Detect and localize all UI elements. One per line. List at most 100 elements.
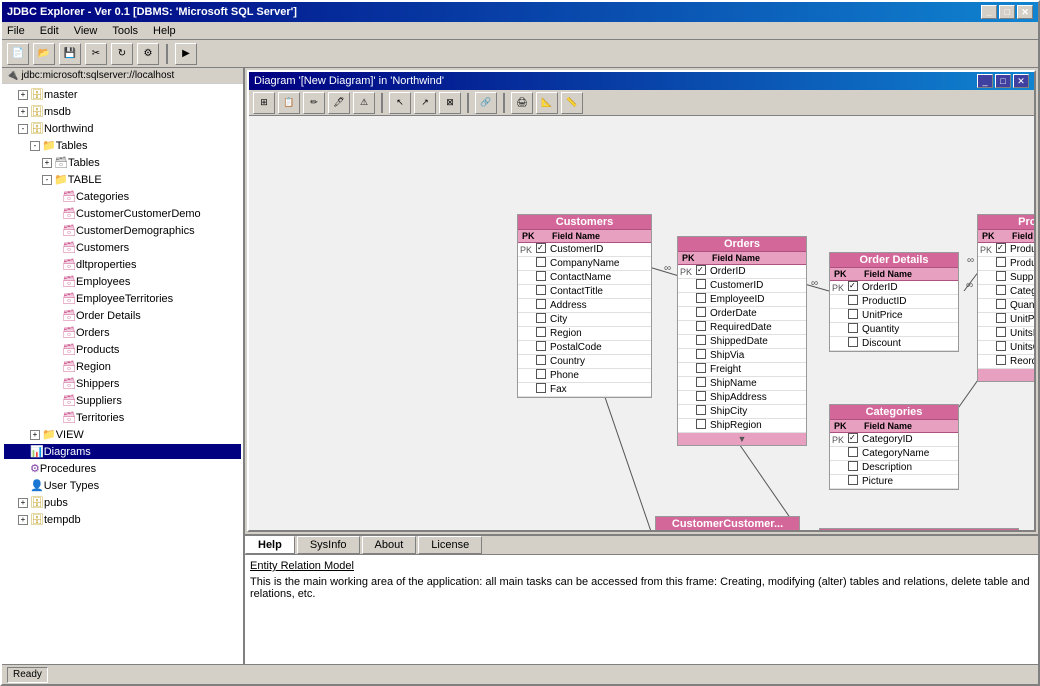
scroll-indicator: ▼ xyxy=(978,369,1034,381)
delete-button[interactable]: ✂ xyxy=(85,43,107,65)
sidebar-item-orders[interactable]: 🗃 Orders xyxy=(4,324,241,341)
diag-tool-2[interactable]: 📋 xyxy=(278,92,300,114)
sidebar-item-table-folder[interactable]: - 📁 TABLE xyxy=(4,171,241,188)
sidebar-item-employeeterritories[interactable]: 🗃 EmployeeTerritories xyxy=(4,290,241,307)
table-row: PKOrderID xyxy=(678,265,806,279)
maximize-button[interactable]: □ xyxy=(999,5,1015,19)
sidebar-item-usertypes[interactable]: 👤 User Types xyxy=(4,477,241,494)
sidebar-item-procedures[interactable]: ⚙ Procedures xyxy=(4,460,241,477)
sidebar-item-orderdetails[interactable]: 🗃 Order Details xyxy=(4,307,241,324)
expand-master[interactable]: + xyxy=(18,90,28,100)
menu-edit[interactable]: Edit xyxy=(40,25,59,37)
diag-tool-7[interactable]: ↗ xyxy=(414,92,436,114)
save-button[interactable]: 💾 xyxy=(59,43,81,65)
menu-tools[interactable]: Tools xyxy=(112,25,138,37)
diag-tool-4[interactable]: 🖊 xyxy=(328,92,350,114)
sidebar-item-tempdb[interactable]: + 🗄 tempdb xyxy=(4,511,241,528)
expand-tempdb[interactable]: + xyxy=(18,515,28,525)
checkbox xyxy=(996,327,1006,337)
table-row: ShipCity xyxy=(678,405,806,419)
table-row: UnitPrice xyxy=(978,313,1034,327)
sidebar-item-dltproperties[interactable]: 🗃 dltproperties xyxy=(4,256,241,273)
minimize-button[interactable]: _ xyxy=(981,5,997,19)
menu-file[interactable]: File xyxy=(7,25,25,37)
sidebar-item-pubs[interactable]: + 🗄 pubs xyxy=(4,494,241,511)
refresh-button[interactable]: ↻ xyxy=(111,43,133,65)
checkbox xyxy=(536,341,546,351)
table-row: ContactName xyxy=(518,271,651,285)
table-categories[interactable]: Categories PKField Name PKCategoryID Cat… xyxy=(829,404,959,490)
sidebar-item-system-table[interactable]: + 🗃 Tables xyxy=(4,154,241,171)
diag-tool-11[interactable]: 📐 xyxy=(536,92,558,114)
table-products[interactable]: Products PKField Name PKProductID Produc… xyxy=(977,214,1034,382)
sidebar-item-categories[interactable]: 🗃 Categories xyxy=(4,188,241,205)
table-shippers[interactable]: Shippers PKField NameType NameSizeNullab… xyxy=(819,528,1019,530)
tab-sysinfo[interactable]: SysInfo xyxy=(297,536,360,554)
expand-system-table[interactable]: + xyxy=(42,158,52,168)
svg-text:∞: ∞ xyxy=(967,255,974,266)
sidebar-item-tables[interactable]: - 📁 Tables xyxy=(4,137,241,154)
menu-view[interactable]: View xyxy=(74,25,98,37)
checkbox xyxy=(848,447,858,457)
tab-about[interactable]: About xyxy=(362,536,417,554)
diagram-window: Diagram '[New Diagram]' in 'Northwind' _… xyxy=(247,70,1036,532)
table-row: PKCustomerID xyxy=(518,243,651,257)
sidebar-item-suppliers[interactable]: 🗃 Suppliers xyxy=(4,392,241,409)
sidebar-item-northwind[interactable]: - 🗄 Northwind xyxy=(4,120,241,137)
new-button[interactable]: 📄 xyxy=(7,43,29,65)
sidebar-item-territories[interactable]: 🗃 Territories xyxy=(4,409,241,426)
tab-help[interactable]: Help xyxy=(245,536,295,554)
diag-tool-12[interactable]: 📏 xyxy=(561,92,583,114)
diag-tool-5[interactable]: ⚠ xyxy=(353,92,375,114)
tab-license[interactable]: License xyxy=(418,536,482,554)
diag-tool-8[interactable]: ⊠ xyxy=(439,92,461,114)
sidebar-item-diagrams[interactable]: 📊 Diagrams xyxy=(4,443,241,460)
sidebar-item-customerdemographics[interactable]: 🗃 CustomerDemographics xyxy=(4,222,241,239)
diag-tool-3[interactable]: ✏ xyxy=(303,92,325,114)
menu-help[interactable]: Help xyxy=(153,25,176,37)
checkbox xyxy=(536,299,546,309)
settings-button[interactable]: ⚙ xyxy=(137,43,159,65)
table-row: City xyxy=(518,313,651,327)
sidebar-item-view[interactable]: + 📁 VIEW xyxy=(4,426,241,443)
diag-tool-10[interactable]: 🖨 xyxy=(511,92,533,114)
sidebar-item-products[interactable]: 🗃 Products xyxy=(4,341,241,358)
diagram-close[interactable]: ✕ xyxy=(1013,74,1029,88)
table-customers[interactable]: Customers PKField Name PKCustomerID Comp… xyxy=(517,214,652,398)
expand-msdb[interactable]: + xyxy=(18,107,28,117)
diagram-maximize[interactable]: □ xyxy=(995,74,1011,88)
sidebar-item-region[interactable]: 🗃 Region xyxy=(4,358,241,375)
checkbox xyxy=(848,323,858,333)
checkbox xyxy=(536,383,546,393)
table-cols-products: PKField Name xyxy=(978,230,1034,243)
sidebar-item-customercustomerdemo[interactable]: 🗃 CustomerCustomerDemo xyxy=(4,205,241,222)
sidebar-item-master[interactable]: + 🗄 master xyxy=(4,86,241,103)
checkbox xyxy=(696,265,706,275)
table-order-details[interactable]: Order Details PKField Name PKOrderID Pro… xyxy=(829,252,959,352)
expand-tables[interactable]: - xyxy=(30,141,40,151)
diag-sep3 xyxy=(503,93,505,113)
expand-table-folder[interactable]: - xyxy=(42,175,52,185)
table-orders[interactable]: Orders PKField Name PKOrderID CustomerID… xyxy=(677,236,807,446)
sidebar-item-customers[interactable]: 🗃 Customers xyxy=(4,239,241,256)
table-header-customers: Customers xyxy=(518,215,651,230)
sidebar-item-employees[interactable]: 🗃 Employees xyxy=(4,273,241,290)
expand-view[interactable]: + xyxy=(30,430,40,440)
checkbox xyxy=(696,419,706,429)
close-button[interactable]: ✕ xyxy=(1017,5,1033,19)
table-header-customercustomerdemo: CustomerCustomer... xyxy=(656,517,799,530)
sidebar-item-msdb[interactable]: + 🗄 msdb xyxy=(4,103,241,120)
diag-tool-6[interactable]: ↖ xyxy=(389,92,411,114)
open-button[interactable]: 📂 xyxy=(33,43,55,65)
diag-tool-9[interactable]: 🔗 xyxy=(475,92,497,114)
run-button[interactable]: ▶ xyxy=(175,43,197,65)
expand-pubs[interactable]: + xyxy=(18,498,28,508)
diagram-minimize[interactable]: _ xyxy=(977,74,993,88)
table-row: PKCategoryID xyxy=(830,433,958,447)
checkbox xyxy=(696,405,706,415)
diag-tool-1[interactable]: ⊞ xyxy=(253,92,275,114)
table-customer-customer-demo[interactable]: CustomerCustomer... PKField Name PKCusto… xyxy=(655,516,800,530)
table-cols-categories: PKField Name xyxy=(830,420,958,433)
expand-northwind[interactable]: - xyxy=(18,124,28,134)
sidebar-item-shippers[interactable]: 🗃 Shippers xyxy=(4,375,241,392)
